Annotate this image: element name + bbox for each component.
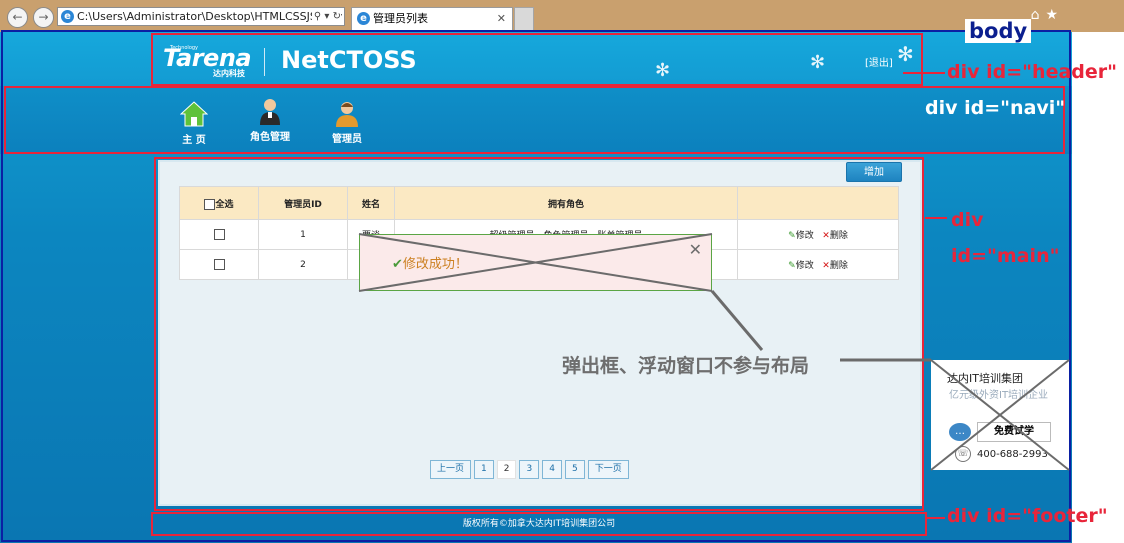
main-pointer xyxy=(925,217,947,219)
main-label-line2: id="main" xyxy=(951,245,1060,267)
search-refresh-icons[interactable]: ⚲ ▾ ↻ xyxy=(311,8,341,25)
footer-label: div id="footer" xyxy=(947,505,1108,527)
navi-label: div id="navi" xyxy=(925,97,1066,119)
tab-title: 管理员列表 xyxy=(373,12,428,25)
home-star-icons[interactable]: ⌂★ xyxy=(1031,7,1064,23)
address-bar[interactable]: e C:\Users\Administrator\Desktop\HTMLCSSJ… xyxy=(57,7,345,26)
close-tab-icon[interactable]: ✕ xyxy=(497,8,506,30)
forward-arrow-icon[interactable]: → xyxy=(33,7,54,28)
blank-right-area xyxy=(1072,32,1124,543)
footer-pointer xyxy=(927,517,945,519)
browser-tab[interactable]: e 管理员列表 ✕ xyxy=(351,7,513,32)
ie-tab-icon: e xyxy=(357,12,370,25)
body-label: body xyxy=(965,19,1032,43)
navi-outline xyxy=(4,86,1065,154)
ie-icon: e xyxy=(61,10,74,23)
callout-text: 弹出框、浮动窗口不参与布局 xyxy=(562,355,810,377)
footer-outline xyxy=(151,512,927,536)
browser-chrome: ← → e C:\Users\Administrator\Desktop\HTML… xyxy=(0,0,1124,32)
header-label: div id="header" xyxy=(947,61,1118,83)
main-label-line1: div xyxy=(951,209,984,231)
address-text: C:\Users\Administrator\Desktop\HTMLCSSJS… xyxy=(77,10,343,23)
header-pointer xyxy=(903,72,945,74)
new-tab-button[interactable] xyxy=(514,7,534,31)
main-outline xyxy=(154,157,924,511)
back-arrow-icon[interactable]: ← xyxy=(7,7,28,28)
header-outline xyxy=(151,33,923,86)
